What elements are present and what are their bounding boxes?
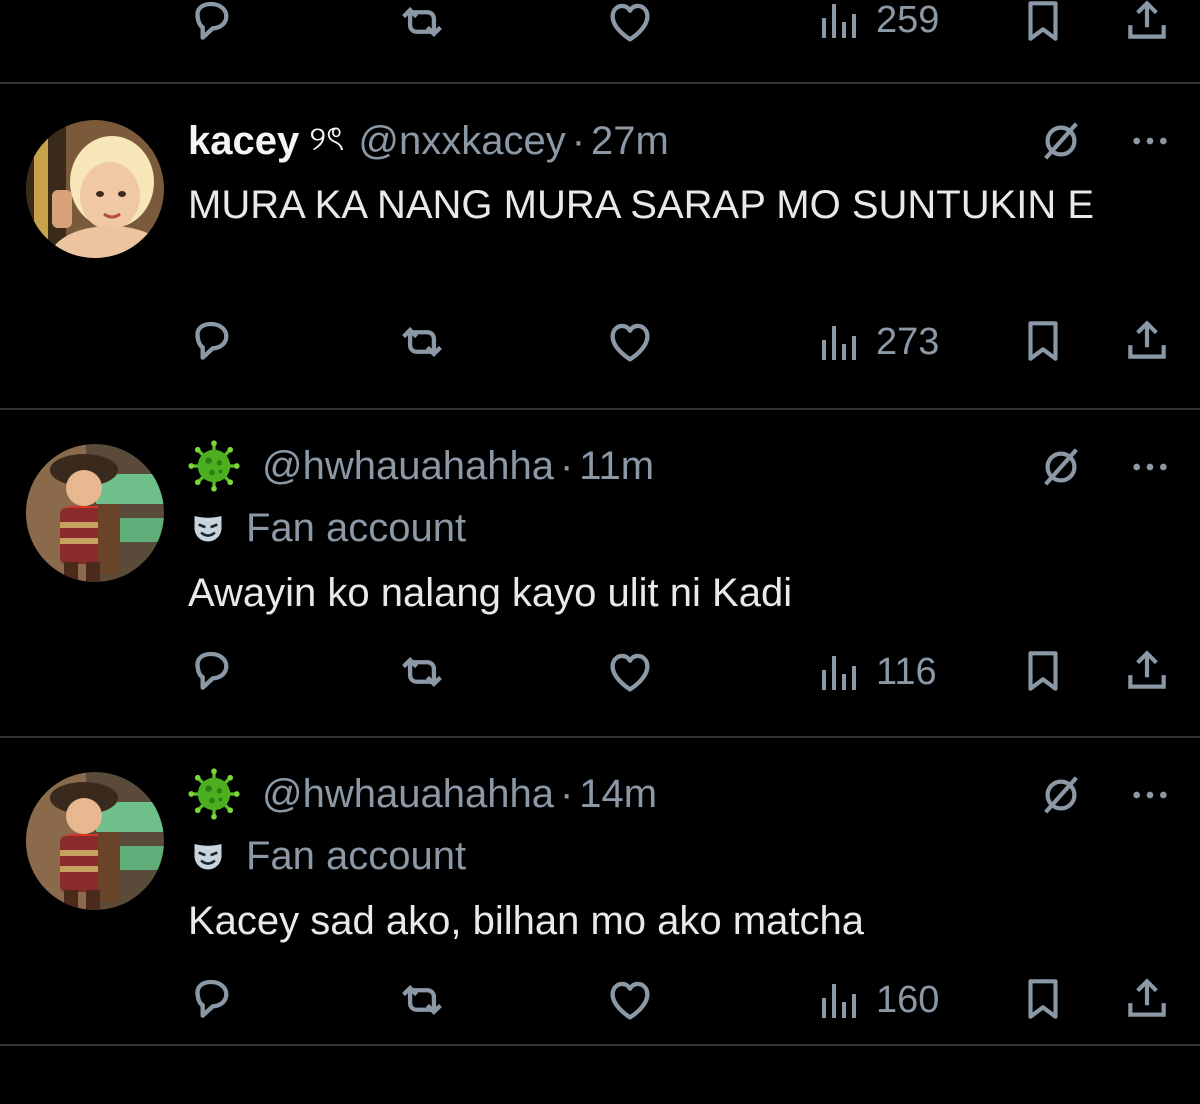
heart-icon [604, 646, 656, 698]
tweet-text: Awayin ko nalang kayo ulit ni Kadi [188, 571, 793, 615]
timestamp[interactable]: 14m [579, 772, 657, 817]
tweet-text: MURA KA NANG MURA SARAP MO SUNTUKIN E [188, 183, 1095, 227]
avatar[interactable] [26, 444, 164, 582]
retweet-icon [396, 646, 448, 698]
analytics-icon [814, 318, 862, 366]
share-button[interactable] [1122, 0, 1172, 46]
bookmark-icon [1018, 316, 1068, 366]
theater-mask-icon [190, 838, 226, 874]
separator: · [559, 771, 574, 816]
heart-icon [604, 316, 656, 368]
retweet-icon [396, 0, 448, 48]
previous-tweet: 259 [0, 0, 1200, 84]
tweet[interactable]: kacey ୨ৎ @nxxkacey · 27m MURA KA NANG MU… [0, 84, 1200, 410]
share-button[interactable] [1122, 316, 1172, 366]
bookmark-button[interactable] [1018, 974, 1068, 1024]
retweet-icon [396, 316, 448, 368]
fan-account-label: Fan account [190, 832, 466, 880]
views-button[interactable]: 160 [814, 976, 939, 1024]
grok-icon[interactable] [1038, 772, 1084, 818]
tweet-menu [1038, 772, 1170, 818]
tweet[interactable]: @hwhauahahha · 14m Fan account Kacey sad… [0, 738, 1200, 1046]
bookmark-icon [1018, 974, 1068, 1024]
reply-icon [186, 646, 238, 698]
reply-button[interactable] [186, 0, 238, 48]
separator: · [571, 118, 586, 163]
like-button[interactable] [604, 0, 656, 48]
share-icon [1122, 316, 1172, 366]
timestamp[interactable]: 27m [591, 119, 669, 164]
user-handle[interactable]: @hwhauahahha [262, 772, 554, 817]
reply-button[interactable] [186, 646, 238, 698]
views-count: 273 [876, 320, 940, 363]
heart-icon [604, 974, 656, 1026]
reply-button[interactable] [186, 974, 238, 1026]
more-icon[interactable] [1130, 121, 1170, 161]
share-icon [1122, 0, 1172, 46]
tweet[interactable]: @hwhauahahha · 11m Fan account Awayin ko… [0, 410, 1200, 738]
theater-mask-icon [190, 510, 226, 546]
bookmark-button[interactable] [1018, 316, 1068, 366]
like-button[interactable] [604, 974, 656, 1026]
microbe-icon [188, 768, 240, 820]
views-count: 160 [876, 978, 940, 1021]
share-button[interactable] [1122, 646, 1172, 696]
analytics-icon [814, 976, 862, 1024]
account-label-text: Fan account [246, 505, 467, 550]
bookmark-icon [1018, 0, 1068, 46]
views-count: 259 [876, 0, 940, 41]
views-button[interactable]: 116 [814, 648, 937, 696]
views-button[interactable]: 273 [814, 318, 939, 366]
share-button[interactable] [1122, 974, 1172, 1024]
retweet-button[interactable] [396, 974, 448, 1026]
like-button[interactable] [604, 646, 656, 698]
more-icon[interactable] [1130, 775, 1170, 815]
bookmark-button[interactable] [1018, 646, 1068, 696]
reply-icon [186, 974, 238, 1026]
views-button[interactable]: 259 [814, 0, 939, 44]
avatar[interactable] [26, 120, 164, 258]
share-icon [1122, 974, 1172, 1024]
tweet-actions: 273 [0, 316, 1200, 368]
account-label-text: Fan account [246, 833, 467, 878]
tweet-header: kacey ୨ৎ @nxxkacey · 27m [188, 117, 669, 165]
share-icon [1122, 646, 1172, 696]
bookmark-button[interactable] [1018, 0, 1068, 46]
reply-icon [186, 316, 238, 368]
retweet-button[interactable] [396, 646, 448, 698]
user-handle[interactable]: @nxxkacey [358, 119, 565, 164]
display-name[interactable]: kacey [188, 119, 299, 164]
tweet-header: @hwhauahahha · 11m [188, 442, 654, 490]
separator: · [559, 443, 574, 488]
analytics-icon [814, 648, 862, 696]
tweet-actions: 160 [0, 974, 1200, 1026]
fan-account-label: Fan account [190, 504, 466, 552]
tweet-menu [1038, 444, 1170, 490]
retweet-button[interactable] [396, 0, 448, 48]
tweet-text: Kacey sad ako, bilhan mo ako matcha [188, 899, 864, 943]
microbe-icon [188, 440, 240, 492]
retweet-button[interactable] [396, 316, 448, 368]
tweet-actions: 259 [0, 0, 1200, 48]
more-icon[interactable] [1130, 447, 1170, 487]
tweet-menu [1038, 118, 1170, 164]
grok-icon[interactable] [1038, 444, 1084, 490]
tweet-actions: 116 [0, 646, 1200, 698]
analytics-icon [814, 0, 862, 44]
like-button[interactable] [604, 316, 656, 368]
grok-icon[interactable] [1038, 118, 1084, 164]
bookmark-icon [1018, 646, 1068, 696]
avatar[interactable] [26, 772, 164, 910]
views-count: 116 [876, 650, 937, 693]
heart-icon [604, 0, 656, 48]
timestamp[interactable]: 11m [579, 444, 654, 489]
name-glyph: ୨ৎ [309, 119, 345, 158]
reply-button[interactable] [186, 316, 238, 368]
reply-icon [186, 0, 238, 48]
retweet-icon [396, 974, 448, 1026]
user-handle[interactable]: @hwhauahahha [262, 444, 554, 489]
tweet-header: @hwhauahahha · 14m [188, 770, 657, 818]
